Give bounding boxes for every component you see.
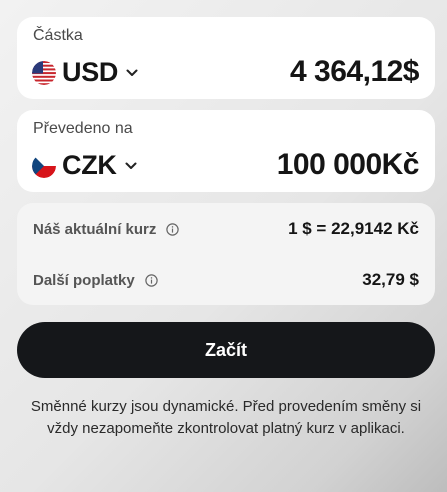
- info-icon[interactable]: [145, 273, 158, 287]
- fees-value: 32,79 $: [362, 270, 419, 289]
- target-amount-input[interactable]: 100 000Kč: [277, 148, 420, 182]
- chevron-down-icon: [126, 69, 138, 76]
- target-currency-dropdown[interactable]: CZK: [32, 150, 137, 181]
- fees-label: Další poplatky: [33, 271, 135, 289]
- us-flag-icon: [32, 60, 56, 85]
- info-icon[interactable]: [166, 222, 180, 236]
- source-currency-code: USD: [62, 57, 119, 87]
- start-button[interactable]: Začít: [17, 322, 435, 378]
- chevron-down-icon: [125, 162, 137, 169]
- exchange-rate-value: 1 $ = 22,9142 Kč: [288, 219, 419, 238]
- cz-flag-icon: [32, 153, 56, 178]
- target-currency-code: CZK: [62, 150, 117, 180]
- exchange-rate-label: Náš aktuální kurz: [33, 220, 157, 238]
- rate-info-card: Náš aktuální kurz 1 $ = 22,9142 Kč Další…: [17, 203, 435, 305]
- source-amount-card: Částka USD 4 364,12$: [17, 17, 435, 99]
- target-amount-card: Převedeno na CZK 100 000Kč: [17, 110, 435, 192]
- fees-row: Další poplatky 32,79 $: [33, 270, 419, 290]
- source-currency-dropdown[interactable]: USD: [32, 57, 138, 88]
- source-amount-label: Částka: [33, 27, 83, 44]
- source-amount-input[interactable]: 4 364,12$: [290, 55, 419, 89]
- target-amount-label: Převedeno na: [33, 120, 133, 137]
- disclaimer-text: Směnné kurzy jsou dynamické. Před proved…: [30, 398, 422, 437]
- exchange-rate-row: Náš aktuální kurz 1 $ = 22,9142 Kč: [33, 219, 419, 239]
